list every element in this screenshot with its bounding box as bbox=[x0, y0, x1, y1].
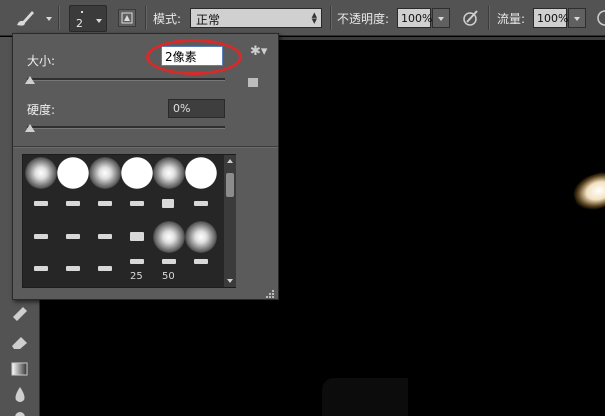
soft-round-brush-icon[interactable] bbox=[25, 157, 57, 189]
brush-preset-list: 25 50 bbox=[22, 154, 236, 288]
eraser-brush-icon[interactable] bbox=[9, 302, 31, 322]
chevron-down-icon bbox=[438, 17, 444, 21]
size-label: 大小: bbox=[27, 54, 56, 68]
brush-size-readout: 2 bbox=[76, 17, 83, 30]
brush-tip-icon[interactable] bbox=[34, 201, 48, 206]
panel-divider bbox=[13, 146, 278, 147]
preset-list-scrollbar[interactable] bbox=[224, 155, 236, 287]
brush-tip-icon[interactable] bbox=[130, 259, 144, 264]
scroll-up-icon[interactable] bbox=[227, 159, 233, 163]
scrollbar-thumb[interactable] bbox=[226, 173, 234, 197]
chevron-down-icon bbox=[574, 17, 580, 21]
soft-round-brush-icon[interactable] bbox=[153, 157, 185, 189]
brush-tip-icon[interactable] bbox=[66, 234, 80, 239]
hardness-slider-track[interactable] bbox=[27, 126, 225, 129]
opacity-value: 100% bbox=[401, 12, 433, 25]
size-slider-track[interactable] bbox=[27, 78, 225, 81]
eraser-icon[interactable] bbox=[9, 332, 31, 352]
brush-tool-icon[interactable] bbox=[14, 8, 36, 28]
mode-label: 模式: bbox=[153, 12, 182, 26]
soft-round-brush-icon[interactable] bbox=[185, 221, 217, 253]
flow-label: 流量: bbox=[497, 12, 526, 26]
brush-dot-icon bbox=[81, 11, 83, 13]
hard-round-brush-icon[interactable] bbox=[57, 157, 89, 189]
dodge-icon[interactable] bbox=[9, 409, 31, 416]
new-preset-icon[interactable] bbox=[248, 78, 258, 87]
pressure-opacity-icon[interactable] bbox=[461, 8, 481, 28]
brush-preset-panel: 大小: 2像素 ✱▾ 硬度: 0% 25 50 bbox=[12, 33, 279, 300]
brush-tip-icon[interactable] bbox=[194, 201, 208, 206]
brush-panel-icon bbox=[121, 12, 133, 24]
mode-value: 正常 bbox=[196, 13, 221, 27]
flow-value: 100% bbox=[537, 12, 569, 25]
canvas-brush-stroke bbox=[569, 171, 605, 215]
flow-dropdown-button[interactable] bbox=[568, 8, 586, 28]
hard-round-brush-icon[interactable] bbox=[121, 157, 153, 189]
hardness-label: 硬度: bbox=[27, 103, 56, 117]
hardness-slider-thumb[interactable] bbox=[25, 124, 35, 132]
options-bar: 2 模式: 正常 ▲ ▼ 不透明度: 100% 流量: 100% bbox=[0, 0, 605, 36]
hard-round-brush-icon[interactable] bbox=[185, 157, 217, 189]
size-slider-thumb[interactable] bbox=[25, 76, 35, 84]
scroll-down-icon[interactable] bbox=[227, 279, 233, 283]
soft-round-brush-icon[interactable] bbox=[153, 221, 185, 253]
toggle-brush-panel-button[interactable] bbox=[118, 9, 136, 27]
brush-tip-icon[interactable] bbox=[98, 234, 112, 239]
gradient-icon[interactable] bbox=[9, 359, 31, 379]
brush-tip-icon[interactable] bbox=[194, 259, 208, 264]
brush-tip-icon[interactable] bbox=[34, 266, 48, 271]
preset-size-label: 50 bbox=[162, 271, 175, 282]
opacity-label: 不透明度: bbox=[337, 12, 390, 26]
brush-tip-icon[interactable] bbox=[66, 266, 80, 271]
hardness-input[interactable]: 0% bbox=[168, 99, 225, 118]
resize-grip-icon[interactable] bbox=[266, 287, 274, 298]
brush-tip-icon[interactable] bbox=[34, 234, 48, 239]
updown-arrows-icon: ▲ ▼ bbox=[311, 11, 317, 25]
brush-preset-picker[interactable]: 2 bbox=[69, 5, 107, 32]
brush-tip-icon[interactable] bbox=[130, 232, 144, 241]
soft-round-brush-icon[interactable] bbox=[89, 157, 121, 189]
preset-size-label: 25 bbox=[130, 271, 143, 282]
tool-preset-arrow-icon[interactable] bbox=[46, 17, 52, 21]
chevron-down-icon bbox=[96, 19, 102, 23]
airbrush-icon[interactable] bbox=[595, 8, 605, 28]
annotation-circle bbox=[146, 39, 242, 75]
document-tab-strip bbox=[278, 37, 605, 40]
flow-input[interactable]: 100% bbox=[533, 8, 569, 28]
brush-tip-icon[interactable] bbox=[98, 266, 112, 271]
opacity-dropdown-button[interactable] bbox=[432, 8, 450, 28]
brush-tip-icon[interactable] bbox=[66, 201, 80, 206]
brush-tip-icon[interactable] bbox=[98, 201, 112, 206]
canvas-shape bbox=[322, 378, 408, 416]
brush-tip-icon[interactable] bbox=[162, 259, 176, 264]
gear-icon[interactable]: ✱▾ bbox=[250, 44, 267, 59]
brush-tip-icon[interactable] bbox=[130, 201, 144, 206]
fan-brush-icon[interactable] bbox=[162, 199, 174, 208]
opacity-input[interactable]: 100% bbox=[397, 8, 433, 28]
blur-drop-icon[interactable] bbox=[9, 385, 31, 405]
mode-select[interactable]: 正常 ▲ ▼ bbox=[190, 8, 322, 28]
